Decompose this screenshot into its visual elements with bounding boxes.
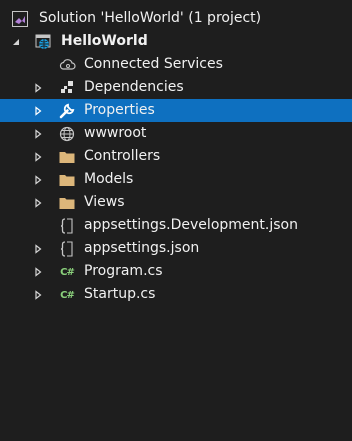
collapsed-arrow-icon[interactable] bbox=[30, 237, 46, 260]
tree-row-project[interactable]: HelloWorld bbox=[0, 30, 352, 53]
tree-row-models[interactable]: Models bbox=[0, 168, 352, 191]
tree-row-appsettings-development[interactable]: appsettings.Development.json bbox=[0, 214, 352, 237]
collapsed-arrow-icon[interactable] bbox=[30, 260, 46, 283]
dependencies-icon bbox=[58, 79, 76, 97]
item-label: Program.cs bbox=[84, 263, 163, 279]
solution-label: Solution 'HelloWorld' (1 project) bbox=[39, 10, 262, 26]
json-file-icon bbox=[58, 240, 76, 258]
solution-explorer-tree: Solution 'HelloWorld' (1 project) HelloW… bbox=[0, 0, 352, 441]
collapsed-arrow-icon[interactable] bbox=[30, 191, 46, 214]
folder-icon bbox=[58, 194, 76, 212]
wrench-icon bbox=[58, 102, 76, 120]
tree-row-program-cs[interactable]: C# Program.cs bbox=[0, 260, 352, 283]
tree-row-properties[interactable]: Properties bbox=[0, 99, 352, 122]
project-label: HelloWorld bbox=[61, 33, 148, 49]
collapsed-arrow-icon[interactable] bbox=[30, 76, 46, 99]
item-label: Connected Services bbox=[84, 56, 223, 72]
collapsed-arrow-icon[interactable] bbox=[30, 168, 46, 191]
folder-icon bbox=[58, 148, 76, 166]
tree-row-startup-cs[interactable]: C# Startup.cs bbox=[0, 283, 352, 306]
globe-icon bbox=[58, 125, 76, 143]
collapsed-arrow-icon[interactable] bbox=[30, 122, 46, 145]
tree-row-solution[interactable]: Solution 'HelloWorld' (1 project) bbox=[0, 7, 352, 30]
cloud-icon bbox=[58, 56, 76, 74]
item-label: Views bbox=[84, 194, 125, 210]
collapsed-arrow-icon[interactable] bbox=[30, 283, 46, 306]
tree-row-views[interactable]: Views bbox=[0, 191, 352, 214]
item-label: Controllers bbox=[84, 148, 161, 164]
folder-icon bbox=[58, 171, 76, 189]
csharp-file-icon: C# bbox=[60, 266, 75, 278]
collapsed-arrow-icon[interactable] bbox=[30, 99, 46, 122]
tree-row-wwwroot[interactable]: wwwroot bbox=[0, 122, 352, 145]
item-label: Startup.cs bbox=[84, 286, 156, 302]
item-label: appsettings.Development.json bbox=[84, 217, 298, 233]
csharp-file-icon: C# bbox=[60, 289, 75, 301]
item-label: Properties bbox=[84, 102, 155, 118]
item-label: Models bbox=[84, 171, 134, 187]
json-file-icon bbox=[58, 217, 76, 235]
item-label: appsettings.json bbox=[84, 240, 200, 256]
web-project-icon bbox=[34, 33, 52, 51]
tree-row-controllers[interactable]: Controllers bbox=[0, 145, 352, 168]
collapsed-arrow-icon[interactable] bbox=[30, 145, 46, 168]
tree-row-dependencies[interactable]: Dependencies bbox=[0, 76, 352, 99]
tree-row-connected-services[interactable]: Connected Services bbox=[0, 53, 352, 76]
item-label: wwwroot bbox=[84, 125, 147, 141]
visual-studio-solution-icon bbox=[11, 10, 29, 28]
item-label: Dependencies bbox=[84, 79, 184, 95]
tree-row-appsettings[interactable]: appsettings.json bbox=[0, 237, 352, 260]
expanded-arrow-icon[interactable] bbox=[8, 30, 24, 53]
